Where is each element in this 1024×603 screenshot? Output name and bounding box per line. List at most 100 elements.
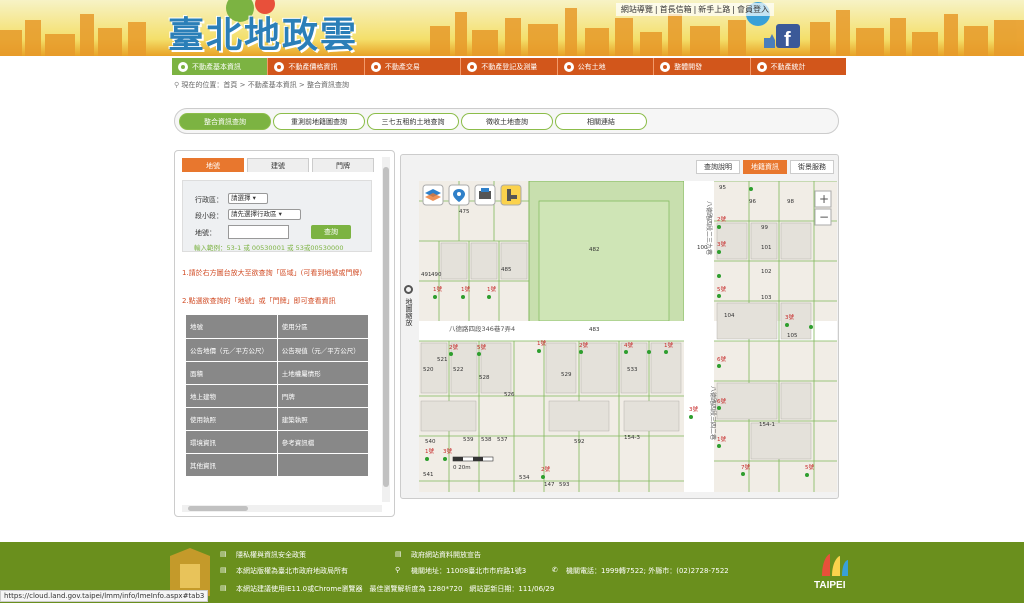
map-zoom-label[interactable]: 地圖縮放 (404, 285, 414, 326)
top-link-sitemap[interactable]: 網站導覽 (619, 5, 655, 14)
scroll-thumb[interactable] (383, 167, 389, 487)
nav-label: 不動產基本資訊 (192, 62, 241, 71)
parcel-label: 537 (497, 437, 508, 443)
tab-related-links[interactable]: 相關連結 (555, 113, 647, 130)
table-cell: 使用分區 (277, 315, 370, 339)
tab-building-number[interactable]: 建號 (247, 158, 309, 172)
tab-expropriation[interactable]: 徵收土地查詢 (461, 113, 553, 130)
top-link-newbie[interactable]: 新手上路 (696, 5, 732, 14)
land-number-label: 地號： (195, 229, 216, 237)
horizontal-scrollbar[interactable] (182, 505, 382, 512)
nav-item-transaction[interactable]: 不動產交易 (365, 58, 462, 75)
nav-item-public-land[interactable]: 公有土地 (558, 58, 655, 75)
parcel-label: 490 (431, 272, 442, 278)
parcel-label: 101 (761, 245, 772, 251)
tab-old-cadastral[interactable]: 重測前地籍圖查詢 (273, 113, 365, 130)
land-icon (563, 61, 574, 72)
browser-text: 本網站建議使用IE11.0或Chrome瀏覽器 最佳瀏覽解析度為 1280*72… (236, 585, 555, 593)
svg-text:f: f (784, 29, 791, 50)
site-header: 臺北地政雲 網站導覽 | 首長信箱 | 新手上路 | 會員登入 f (0, 0, 1024, 56)
map-tabs: 查詢說明 地籍資訊 街景服務 (693, 160, 834, 174)
site-logo[interactable]: 臺北地政雲 (168, 6, 358, 56)
table-row: 面積 土地權屬情形 (186, 361, 370, 385)
main-nav: 不動產基本資訊 不動產價格資訊 不動產交易 不動產登記及測量 公有土地 整體開發… (172, 58, 846, 75)
parcel-label: 95 (719, 185, 726, 191)
tab-375-lease[interactable]: 三七五租約土地查詢 (367, 113, 459, 130)
table-cell: 建築執照 (277, 407, 370, 431)
top-link-mailbox[interactable]: 首長信箱 (658, 5, 694, 14)
tab-cadastral-info[interactable]: 地籍資訊 (743, 160, 787, 174)
tab-land-number[interactable]: 地號 (182, 158, 244, 172)
parcel-label: 102 (761, 269, 772, 275)
city-skyline (0, 0, 1024, 56)
open-data-link[interactable]: 政府網站資料開放宣告 (411, 550, 481, 560)
status-bar-url: https://cloud.land.gov.taipei/lmm/info/l… (0, 590, 209, 602)
map-panel: 查詢說明 地籍資訊 街景服務 地圖縮放 475 482 483 485 491 … (400, 154, 839, 499)
map-tool-layers-icon[interactable] (422, 184, 444, 206)
land-number-input[interactable] (228, 225, 289, 239)
breadcrumb: ⚲ 現在的位置：首頁 > 不動產基本資訊 > 整合資訊查詢 (174, 80, 349, 90)
zoom-out-button[interactable]: − (814, 208, 832, 226)
register-icon (467, 61, 478, 72)
map-tool-print-icon[interactable] (474, 184, 496, 206)
map-tool-locate-icon[interactable] (448, 184, 470, 206)
parcel-label: 538 (481, 437, 492, 443)
phone-text: 機關電話：1999轉7522; 外縣市：(02)2728-7522 (566, 567, 729, 575)
nav-item-register[interactable]: 不動產登記及測量 (461, 58, 558, 75)
nav-item-price-info[interactable]: 不動產價格資訊 (268, 58, 365, 75)
scroll-thumb[interactable] (188, 506, 248, 511)
door-label: 1號 (537, 339, 546, 347)
nav-item-basic-info[interactable]: 不動產基本資訊 (172, 58, 269, 75)
section-select[interactable]: 請先選擇行政區 ▾ (228, 209, 301, 220)
house-icon (370, 61, 381, 72)
nav-item-stats[interactable]: 不動產統計 (751, 58, 846, 75)
tab-street-view[interactable]: 街景服務 (790, 160, 834, 174)
facebook-icon[interactable]: f (762, 18, 802, 51)
develop-icon (660, 61, 671, 72)
parcel-label: 533 (627, 367, 638, 373)
query-button[interactable]: 查詢 (311, 225, 351, 239)
district-label: 行政區： (195, 196, 223, 204)
parcel-label: 154-1 (759, 422, 775, 428)
nav-item-develop[interactable]: 整體開發 (654, 58, 751, 75)
door-label: 2號 (541, 465, 550, 473)
zoom-handle-icon[interactable] (404, 285, 413, 294)
tab-integrated-query[interactable]: 整合資訊查詢 (179, 113, 271, 130)
nav-label: 不動產價格資訊 (288, 62, 338, 71)
land-info-table: 地號 使用分區 公告地價（元／平方公尺） 公告現值（元／平方公尺） 面積 土地權屬情形… (186, 315, 370, 477)
tab-door-plate[interactable]: 門牌 (312, 158, 374, 172)
table-cell: 參考資訊檔 (277, 430, 370, 454)
door-label: 6號 (717, 355, 726, 363)
parcel-label: 482 (589, 247, 600, 253)
query-type-tabs: 地號 建號 門牌 (182, 158, 378, 172)
map-canvas[interactable]: 475 482 483 485 491 490 520 522 529 533 … (419, 181, 837, 492)
taipei-logo[interactable]: TAIPEI (812, 550, 856, 596)
zoom-in-button[interactable]: + (814, 190, 832, 208)
parcel-label: 520 (423, 367, 434, 373)
stats-icon (756, 61, 767, 72)
privacy-link[interactable]: 隱私權與資訊安全政策 (236, 550, 306, 560)
nav-label: 整體開發 (674, 62, 703, 71)
door-label: 7號 (741, 463, 750, 471)
table-row: 其他資訊 (186, 453, 370, 477)
table-cell (277, 453, 370, 477)
breadcrumb-path[interactable]: 首頁 > 不動產基本資訊 > 整合資訊查詢 (223, 81, 349, 89)
top-link-login[interactable]: 會員登入 (735, 5, 771, 14)
map-tool-measure-icon[interactable] (500, 184, 522, 206)
door-label: 6號 (717, 397, 726, 405)
parcel-label: 483 (589, 327, 600, 333)
location-icon: ⚲ (395, 566, 401, 574)
vertical-scrollbar[interactable] (382, 157, 390, 502)
section-value: 請先選擇行政區 (231, 210, 277, 218)
district-select[interactable]: 請選擇 ▾ (228, 193, 268, 204)
table-cell: 地號 (186, 315, 278, 339)
table-row: 地上建物 門牌 (186, 384, 370, 408)
door-label: 1號 (433, 285, 442, 293)
breadcrumb-prefix: 現在的位置： (181, 81, 224, 89)
parcel-label: 104 (724, 313, 735, 319)
tab-query-help[interactable]: 查詢說明 (696, 160, 740, 174)
cadastral-map[interactable]: 475 482 483 485 491 490 520 522 529 533 … (419, 181, 837, 492)
road-label: 八德路四段二三九巷 (705, 201, 713, 255)
road-label: 八德路四段三四二巷 (709, 386, 717, 440)
door-label: 1號 (664, 341, 673, 349)
